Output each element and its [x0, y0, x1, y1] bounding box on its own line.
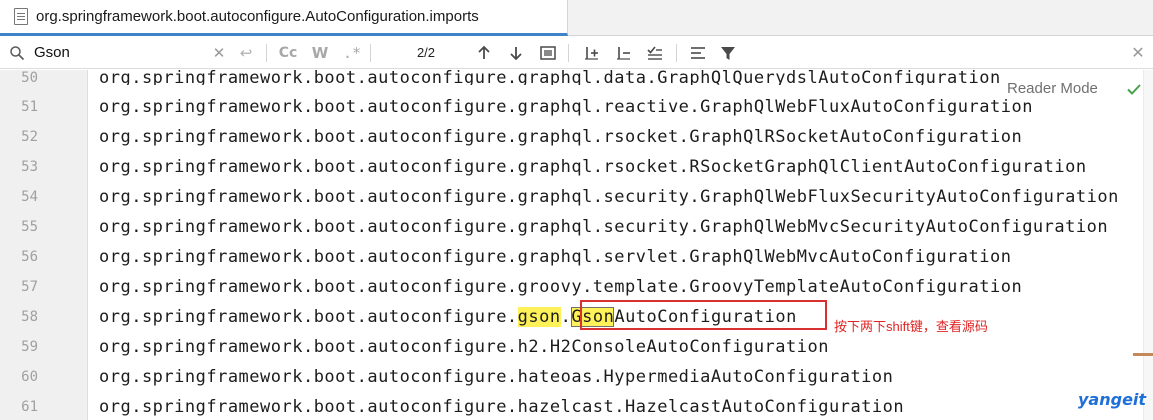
divider: [370, 44, 371, 62]
line-number: 52: [21, 129, 38, 145]
code-line[interactable]: org.springframework.boot.autoconfigure.g…: [99, 272, 1022, 302]
line-number: 53: [21, 159, 38, 175]
code-line[interactable]: org.springframework.boot.autoconfigure.h…: [99, 332, 829, 362]
line-number: 50: [21, 70, 38, 86]
code-line[interactable]: org.springframework.boot.autoconfigure.h…: [99, 362, 893, 392]
line-number: 58: [21, 309, 38, 325]
divider: [266, 44, 267, 62]
code-line[interactable]: org.springframework.boot.autoconfigure.g…: [99, 152, 1087, 182]
tab-file[interactable]: org.springframework.boot.autoconfigure.A…: [0, 0, 568, 36]
scrollbar-match-marker: [1133, 353, 1153, 356]
watermark: yangeit: [1078, 390, 1147, 409]
editor-tab-bar: org.springframework.boot.autoconfigure.A…: [0, 0, 1153, 36]
search-input[interactable]: Gson: [34, 36, 70, 69]
code-line[interactable]: org.springframework.boot.autoconfigure.g…: [99, 92, 1033, 122]
line-number: 61: [21, 399, 38, 415]
line-number: 51: [21, 99, 38, 115]
tab-title: org.springframework.boot.autoconfigure.A…: [36, 8, 479, 25]
code-dot: .: [560, 307, 572, 327]
annotation-text: 按下两下shift键，查看源码: [834, 319, 988, 334]
search-match: gson: [517, 307, 561, 327]
code-line[interactable]: org.springframework.boot.autoconfigure.g…: [99, 212, 1108, 242]
code-line[interactable]: org.springframework.boot.autoconfigure.h…: [99, 392, 904, 420]
line-number: 59: [21, 339, 38, 355]
line-number: 57: [21, 279, 38, 295]
close-search-button[interactable]: ✕: [1130, 36, 1146, 69]
divider: [676, 44, 677, 62]
divider: [568, 44, 569, 62]
code-line[interactable]: org.springframework.boot.autoconfigure.g…: [99, 242, 1011, 272]
code-line[interactable]: org.springframework.boot.autoconfigure.g…: [99, 63, 1001, 85]
check-icon[interactable]: [1126, 81, 1142, 97]
line-number: 55: [21, 219, 38, 235]
code-line[interactable]: org.springframework.boot.autoconfigure.g…: [99, 122, 1022, 152]
line-number: 60: [21, 369, 38, 385]
reader-mode-button[interactable]: Reader Mode: [1003, 78, 1102, 99]
code-line[interactable]: org.springframework.boot.autoconfigure.g…: [99, 182, 1119, 212]
line-number: 54: [21, 189, 38, 205]
line-number: 56: [21, 249, 38, 265]
code-prefix: org.springframework.boot.autoconfigure.: [99, 307, 518, 327]
annotation-box: [580, 300, 827, 330]
file-text-icon: [14, 8, 28, 25]
vertical-scrollbar[interactable]: [1143, 70, 1153, 420]
